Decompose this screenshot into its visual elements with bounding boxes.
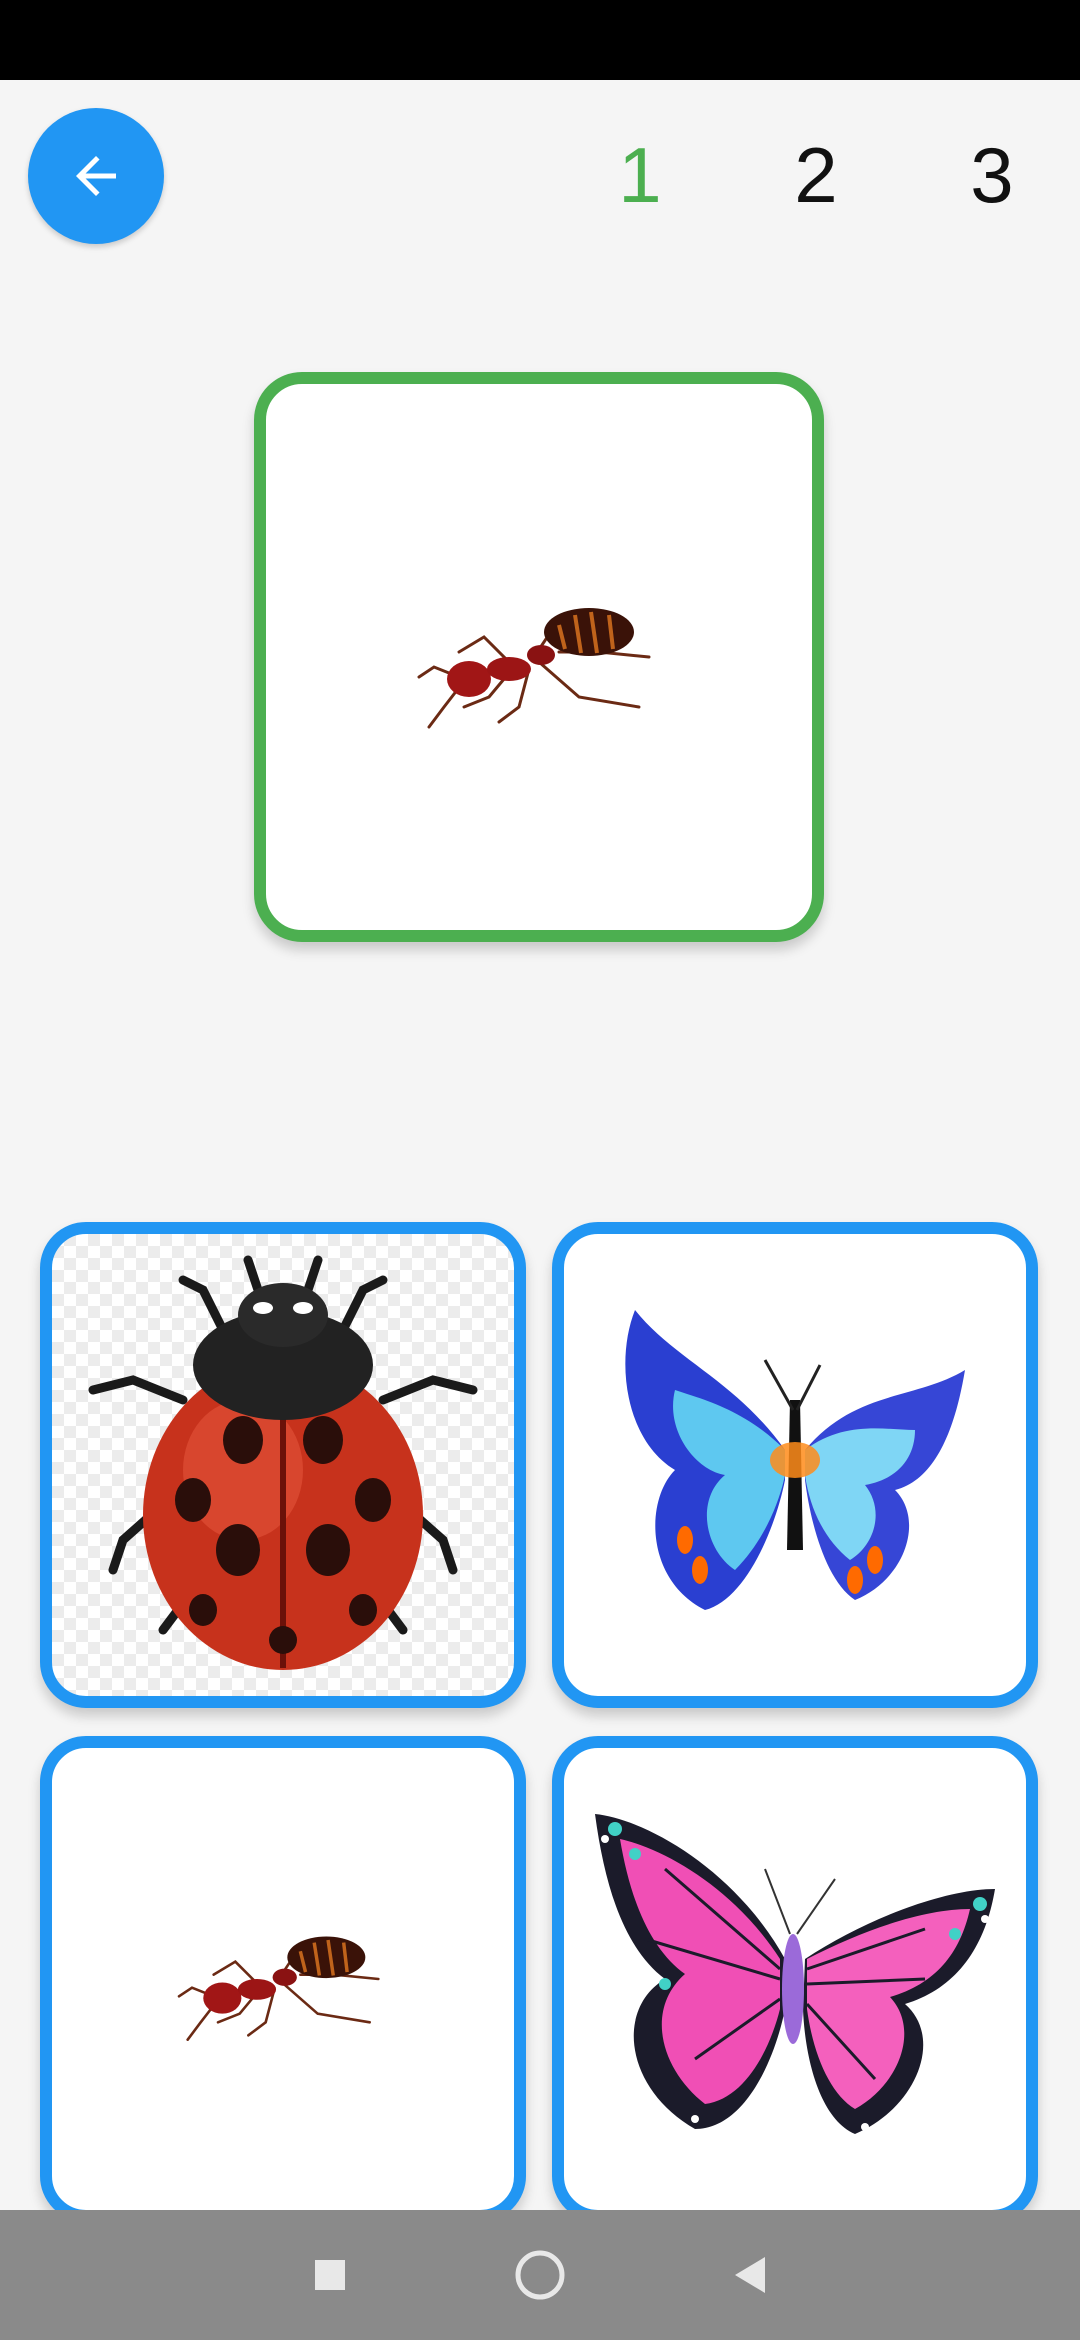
back-button[interactable]: [28, 108, 164, 244]
level-3[interactable]: 3: [904, 120, 1080, 230]
arrow-left-icon: [76, 156, 116, 196]
blue-butterfly-image: [625, 1310, 965, 1610]
square-icon: [315, 2260, 345, 2290]
level-1[interactable]: 1: [552, 120, 728, 230]
option-card-pink-butterfly[interactable]: [552, 1736, 1038, 2222]
status-bar: [0, 0, 1080, 80]
recents-button[interactable]: [300, 2245, 360, 2305]
circle-icon: [515, 2250, 565, 2300]
ant-image: [177, 1936, 380, 2041]
option-card-ladybug[interactable]: [40, 1222, 526, 1708]
target-card: [254, 372, 824, 942]
ant-image: [417, 608, 651, 729]
triangle-back-icon: [735, 2257, 765, 2293]
system-back-button[interactable]: [720, 2245, 780, 2305]
level-2[interactable]: 2: [728, 120, 904, 230]
option-card-blue-butterfly[interactable]: [552, 1222, 1038, 1708]
option-card-ant[interactable]: [40, 1736, 526, 2222]
system-nav-bar: [0, 2210, 1080, 2340]
home-button[interactable]: [510, 2245, 570, 2305]
level-selector: 1 2 3: [552, 120, 1080, 230]
pink-butterfly-image: [595, 1814, 995, 2134]
ladybug-image: [88, 1255, 478, 1670]
